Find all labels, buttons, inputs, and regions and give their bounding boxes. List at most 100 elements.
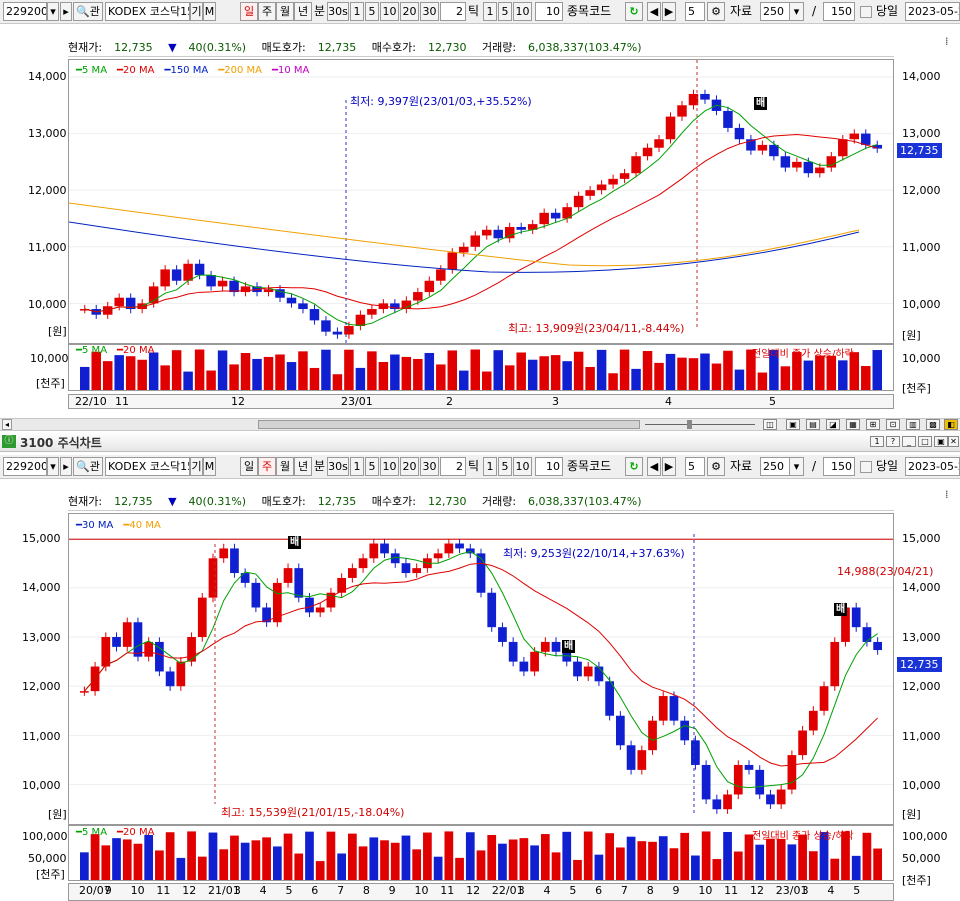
candle [229, 280, 239, 293]
period-month-2[interactable]: 월 [276, 457, 294, 476]
tool-button-9[interactable]: ◧ [944, 419, 958, 430]
tool-button-7[interactable]: ▥ [906, 419, 920, 430]
next-step-button[interactable]: ▶ [662, 2, 676, 21]
gi-button-2[interactable]: 기 [190, 457, 203, 476]
period-week[interactable]: 주 [258, 2, 276, 21]
window-maximize-button[interactable]: ▣ [934, 436, 948, 447]
count-dropdown-button[interactable]: ▾ [789, 2, 804, 21]
next-button-2[interactable]: ▸ [60, 457, 72, 476]
today-checkbox-2[interactable] [860, 461, 872, 473]
name-field-2[interactable]: KODEX 코스닥15 [105, 457, 190, 476]
window-minimize-button[interactable]: _ [902, 436, 916, 447]
min-5[interactable]: 5 [365, 2, 379, 21]
gi-button[interactable]: 기 [190, 2, 203, 21]
tick-input-b2[interactable]: 10 [535, 457, 563, 476]
prev-step-button-2[interactable]: ◀ [647, 457, 661, 476]
tick-input-2[interactable]: 10 [535, 2, 563, 21]
m-button[interactable]: M [203, 2, 216, 21]
tick-10[interactable]: 10 [513, 2, 532, 21]
m-button-2[interactable]: M [203, 457, 216, 476]
period-year-2[interactable]: 년 [294, 457, 312, 476]
tick-5[interactable]: 5 [498, 2, 512, 21]
zoom-button[interactable]: ◫ [763, 419, 777, 430]
code-input[interactable]: 229200 [3, 2, 47, 21]
candle [700, 93, 710, 100]
count-select[interactable]: 250 [760, 2, 790, 21]
next-button[interactable]: ▸ [60, 2, 72, 21]
period-30s[interactable]: 30s [327, 2, 349, 21]
step-input-2[interactable]: 5 [685, 457, 705, 476]
scroll-left-button[interactable]: ◂ [2, 419, 12, 430]
period-month[interactable]: 월 [276, 2, 294, 21]
zoom-slider-track[interactable] [645, 424, 755, 425]
tick-5-2[interactable]: 5 [498, 457, 512, 476]
min-10-2[interactable]: 10 [380, 457, 399, 476]
tick-1-2[interactable]: 1 [483, 457, 497, 476]
total-input[interactable]: 150 [823, 2, 855, 21]
period-week-2[interactable]: 주 [258, 457, 276, 476]
panel-menu-icon-2[interactable]: ⁞ [945, 488, 957, 501]
min-30[interactable]: 30 [420, 2, 439, 21]
min-10[interactable]: 10 [380, 2, 399, 21]
candle [849, 133, 860, 140]
window-restore-button[interactable]: □ [918, 436, 932, 447]
tick-1[interactable]: 1 [483, 2, 497, 21]
candle [305, 597, 314, 613]
bottom-ma-legend: ━30 MA ━40 MA [76, 520, 171, 531]
date-input-2[interactable]: 2023-05-2 [905, 457, 960, 476]
volume-bar [219, 849, 229, 880]
zoom-slider-handle[interactable] [687, 420, 692, 429]
candle [826, 156, 837, 168]
today-checkbox[interactable] [860, 6, 872, 18]
tool-button-2[interactable]: ▤ [806, 419, 820, 430]
window-help-button[interactable]: ? [886, 436, 900, 447]
date-input[interactable]: 2023-05-2 [905, 2, 960, 21]
min-20-2[interactable]: 20 [400, 457, 419, 476]
tick-input-b[interactable]: 2 [440, 457, 466, 476]
refresh-button-2[interactable]: ↻ [625, 457, 643, 476]
settings-button-2[interactable]: ⚙ [707, 457, 725, 476]
name-field[interactable]: KODEX 코스닥15 [105, 2, 190, 21]
count-select-2[interactable]: 250 [760, 457, 790, 476]
prev-step-button[interactable]: ◀ [647, 2, 661, 21]
candle [444, 543, 454, 554]
next-step-button-2[interactable]: ▶ [662, 457, 676, 476]
volume-bar [508, 839, 518, 880]
candle [358, 558, 368, 569]
min-1[interactable]: 1 [350, 2, 364, 21]
tool-button-5[interactable]: ⊞ [866, 419, 880, 430]
today-label-2: 당일 [876, 459, 899, 473]
volume-bar [423, 832, 432, 880]
search-button[interactable]: 🔍관 [73, 2, 103, 21]
period-day-2[interactable]: 일 [240, 457, 258, 476]
min-20[interactable]: 20 [400, 2, 419, 21]
min-1-2[interactable]: 1 [350, 457, 364, 476]
search-button-2[interactable]: 🔍관 [73, 457, 103, 476]
period-year[interactable]: 년 [294, 2, 312, 21]
code-dropdown-button[interactable]: ▾ [47, 2, 59, 21]
settings-button[interactable]: ⚙ [707, 2, 725, 21]
top-scrollbar[interactable]: ◂ ◫ ▣ ▤ ◪ ▦ ⊞ ⊡ ▥ ▩ ◧ [0, 418, 960, 431]
tool-button-6[interactable]: ⊡ [886, 419, 900, 430]
panel-menu-icon[interactable]: ⁞ [945, 35, 957, 48]
tool-button-3[interactable]: ◪ [826, 419, 840, 430]
step-input[interactable]: 5 [685, 2, 705, 21]
scroll-thumb[interactable] [258, 420, 640, 429]
tick-input[interactable]: 2 [440, 2, 466, 21]
min-30-2[interactable]: 30 [420, 457, 439, 476]
tool-button-4[interactable]: ▦ [846, 419, 860, 430]
min-5-2[interactable]: 5 [365, 457, 379, 476]
count-dropdown-button-2[interactable]: ▾ [789, 457, 804, 476]
tick-10-2[interactable]: 10 [513, 457, 532, 476]
window-close-button[interactable]: ✕ [948, 436, 959, 447]
code-input-2[interactable]: 229200 [3, 457, 47, 476]
period-day[interactable]: 일 [240, 2, 258, 21]
total-input-2[interactable]: 150 [823, 457, 855, 476]
refresh-button[interactable]: ↻ [625, 2, 643, 21]
top-high-note: 최고: 13,909원(23/04/11,-8.44%) [508, 322, 685, 335]
tool-button-8[interactable]: ▩ [926, 419, 940, 430]
tool-button-1[interactable]: ▣ [786, 419, 800, 430]
period-30s-2[interactable]: 30s [327, 457, 349, 476]
window-num-button[interactable]: 1 [870, 436, 884, 447]
code-dropdown-button-2[interactable]: ▾ [47, 457, 59, 476]
